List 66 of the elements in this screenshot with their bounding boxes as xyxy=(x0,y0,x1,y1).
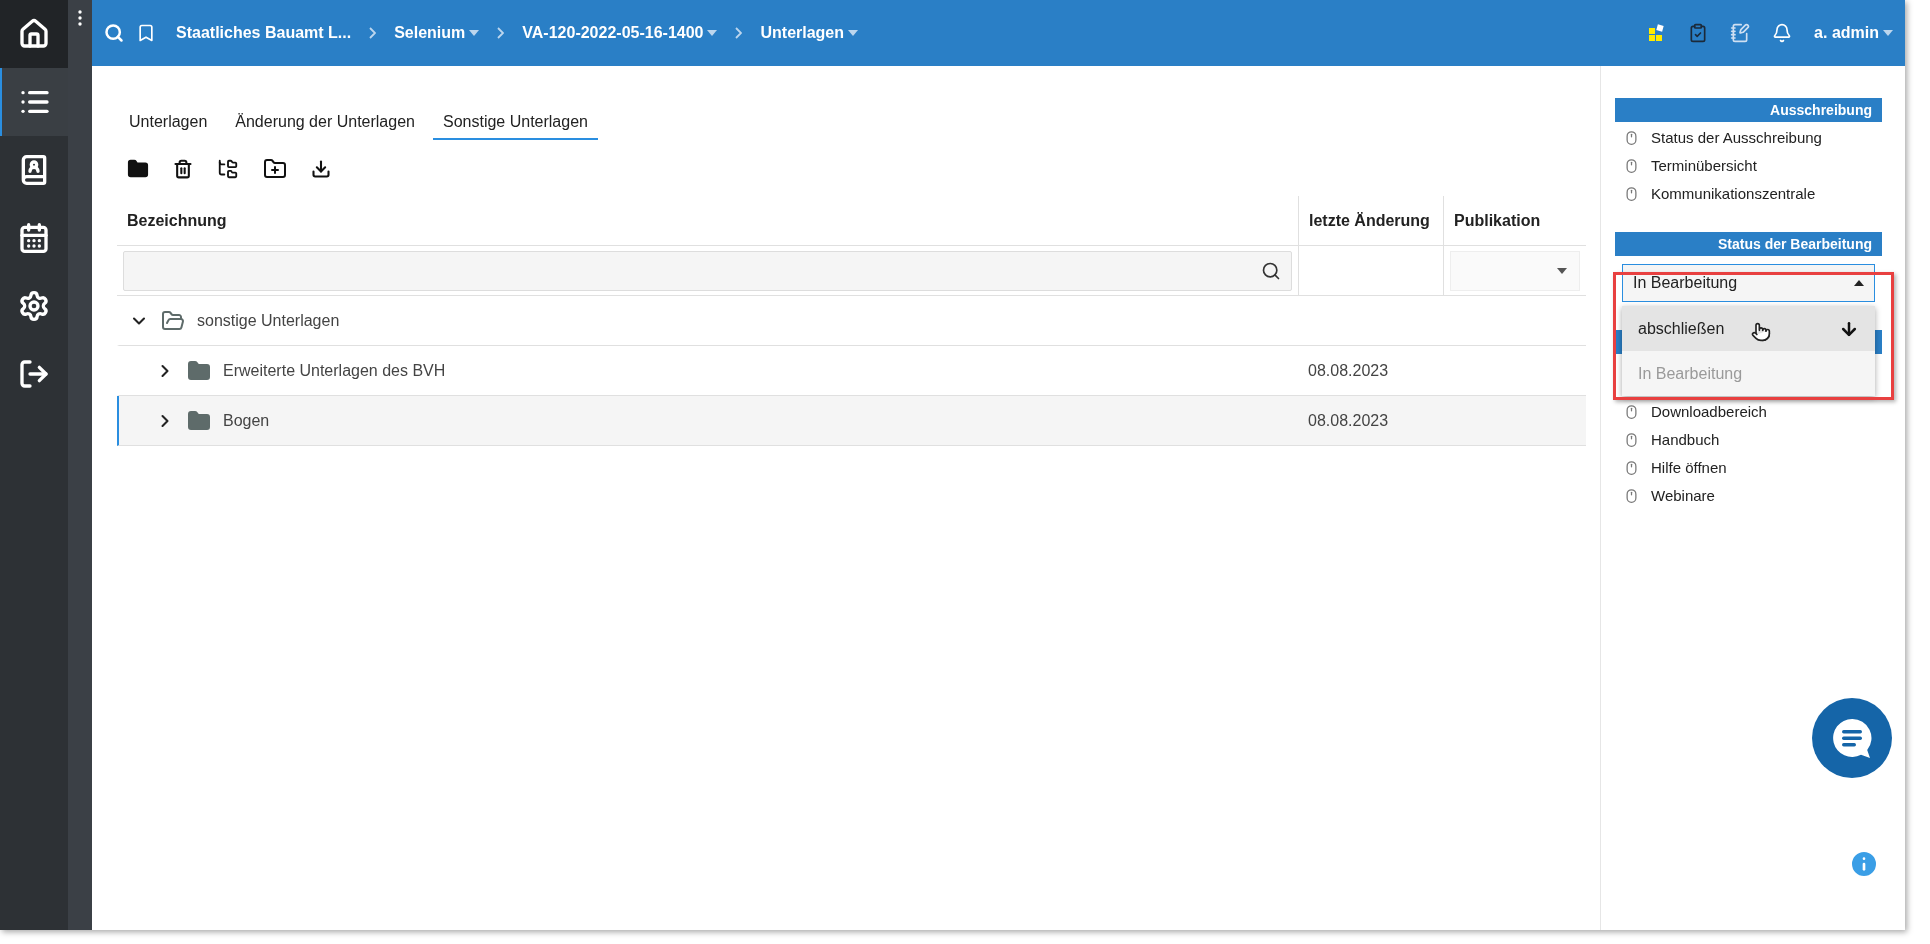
caret-icon xyxy=(1883,30,1893,36)
bookmark-icon[interactable] xyxy=(136,23,156,43)
panel-link[interactable]: Webinare xyxy=(1651,484,1715,508)
mouse-icon xyxy=(1625,404,1639,420)
breadcrumb-link[interactable]: Selenium xyxy=(394,21,480,45)
mouse-icon xyxy=(1625,460,1639,476)
tree-row[interactable]: sonstige Unterlagen xyxy=(117,296,1586,346)
mouse-icon xyxy=(1625,186,1639,202)
delete-icon[interactable] xyxy=(173,159,193,179)
logout-icon xyxy=(18,358,50,390)
section-header: Status der Bearbeitung xyxy=(1615,232,1882,256)
bell-icon[interactable] xyxy=(1772,23,1793,43)
folder-icon xyxy=(187,358,211,383)
folder-name: Erweiterte Unterlagen des BVH xyxy=(223,360,446,381)
home-icon xyxy=(18,18,50,50)
mouse-icon xyxy=(1625,488,1639,504)
section-header: Ausschreibung xyxy=(1615,98,1882,122)
caret-icon xyxy=(1557,267,1567,274)
add-folder-icon[interactable] xyxy=(263,157,287,181)
clipboard-check-icon[interactable] xyxy=(1688,23,1709,43)
more-vertical-icon[interactable] xyxy=(78,10,82,26)
folder-name: Bogen xyxy=(223,410,270,431)
panel-link[interactable]: Hilfe öffnen xyxy=(1651,456,1727,480)
chat-icon xyxy=(1830,716,1874,760)
folder-icon xyxy=(161,308,185,333)
breadcrumb-link[interactable]: VA-120-2022-05-16-1400 xyxy=(522,21,718,45)
tree-row[interactable]: Bogen 08.08.2023 xyxy=(117,396,1586,446)
date-cell: 08.08.2023 xyxy=(1308,411,1389,429)
tab[interactable]: Änderung der Unterlagen xyxy=(225,106,425,140)
caret-icon xyxy=(1854,280,1864,286)
tab[interactable]: Sonstige Unterlagen xyxy=(432,106,598,140)
user-menu[interactable]: a. admin xyxy=(1814,21,1893,45)
chevron-right-icon xyxy=(497,27,505,39)
folder-icon[interactable] xyxy=(127,158,149,180)
hand-cursor-icon xyxy=(1751,322,1771,342)
column-header: Bezeichnung xyxy=(127,210,227,231)
calendar-icon xyxy=(18,222,50,254)
notebook-pen-icon[interactable] xyxy=(1730,23,1751,43)
mouse-icon xyxy=(1625,158,1639,174)
breadcrumb-link[interactable]: Staatliches Bauamt L... xyxy=(176,21,352,45)
column-header: Publikation xyxy=(1454,210,1541,231)
tab[interactable]: Unterlagen xyxy=(119,106,218,140)
tiles-icon[interactable] xyxy=(1648,24,1667,42)
mouse-icon xyxy=(1625,432,1639,448)
mouse-icon xyxy=(1625,130,1639,146)
chevron-right-icon xyxy=(369,27,377,39)
breadcrumb-link[interactable]: Unterlagen xyxy=(760,21,859,45)
folder-icon xyxy=(187,408,211,433)
dropdown-option[interactable]: abschließen xyxy=(1622,306,1875,351)
settings-icon xyxy=(18,290,50,322)
folder-tree-icon[interactable] xyxy=(217,158,239,180)
panel-link[interactable]: Downloadbereich xyxy=(1651,400,1767,424)
date-cell: 08.08.2023 xyxy=(1308,361,1389,379)
panel-link[interactable]: Terminübersicht xyxy=(1651,154,1757,178)
panel-link[interactable]: Handbuch xyxy=(1651,428,1720,452)
nav-item[interactable] xyxy=(0,0,68,68)
chevron-right-icon xyxy=(735,27,743,39)
panel-link[interactable]: Kommunikationszentrale xyxy=(1651,182,1816,206)
nav-item[interactable] xyxy=(0,68,68,136)
search-icon[interactable] xyxy=(104,23,124,43)
download-icon[interactable] xyxy=(311,159,331,179)
column-header: letzte Änderung xyxy=(1309,210,1430,231)
panel-link[interactable]: Status der Ausschreibung xyxy=(1651,126,1822,150)
search-icon xyxy=(1261,260,1281,281)
filter-field[interactable] xyxy=(123,250,1292,291)
folder-name: sonstige Unterlagen xyxy=(197,310,340,331)
